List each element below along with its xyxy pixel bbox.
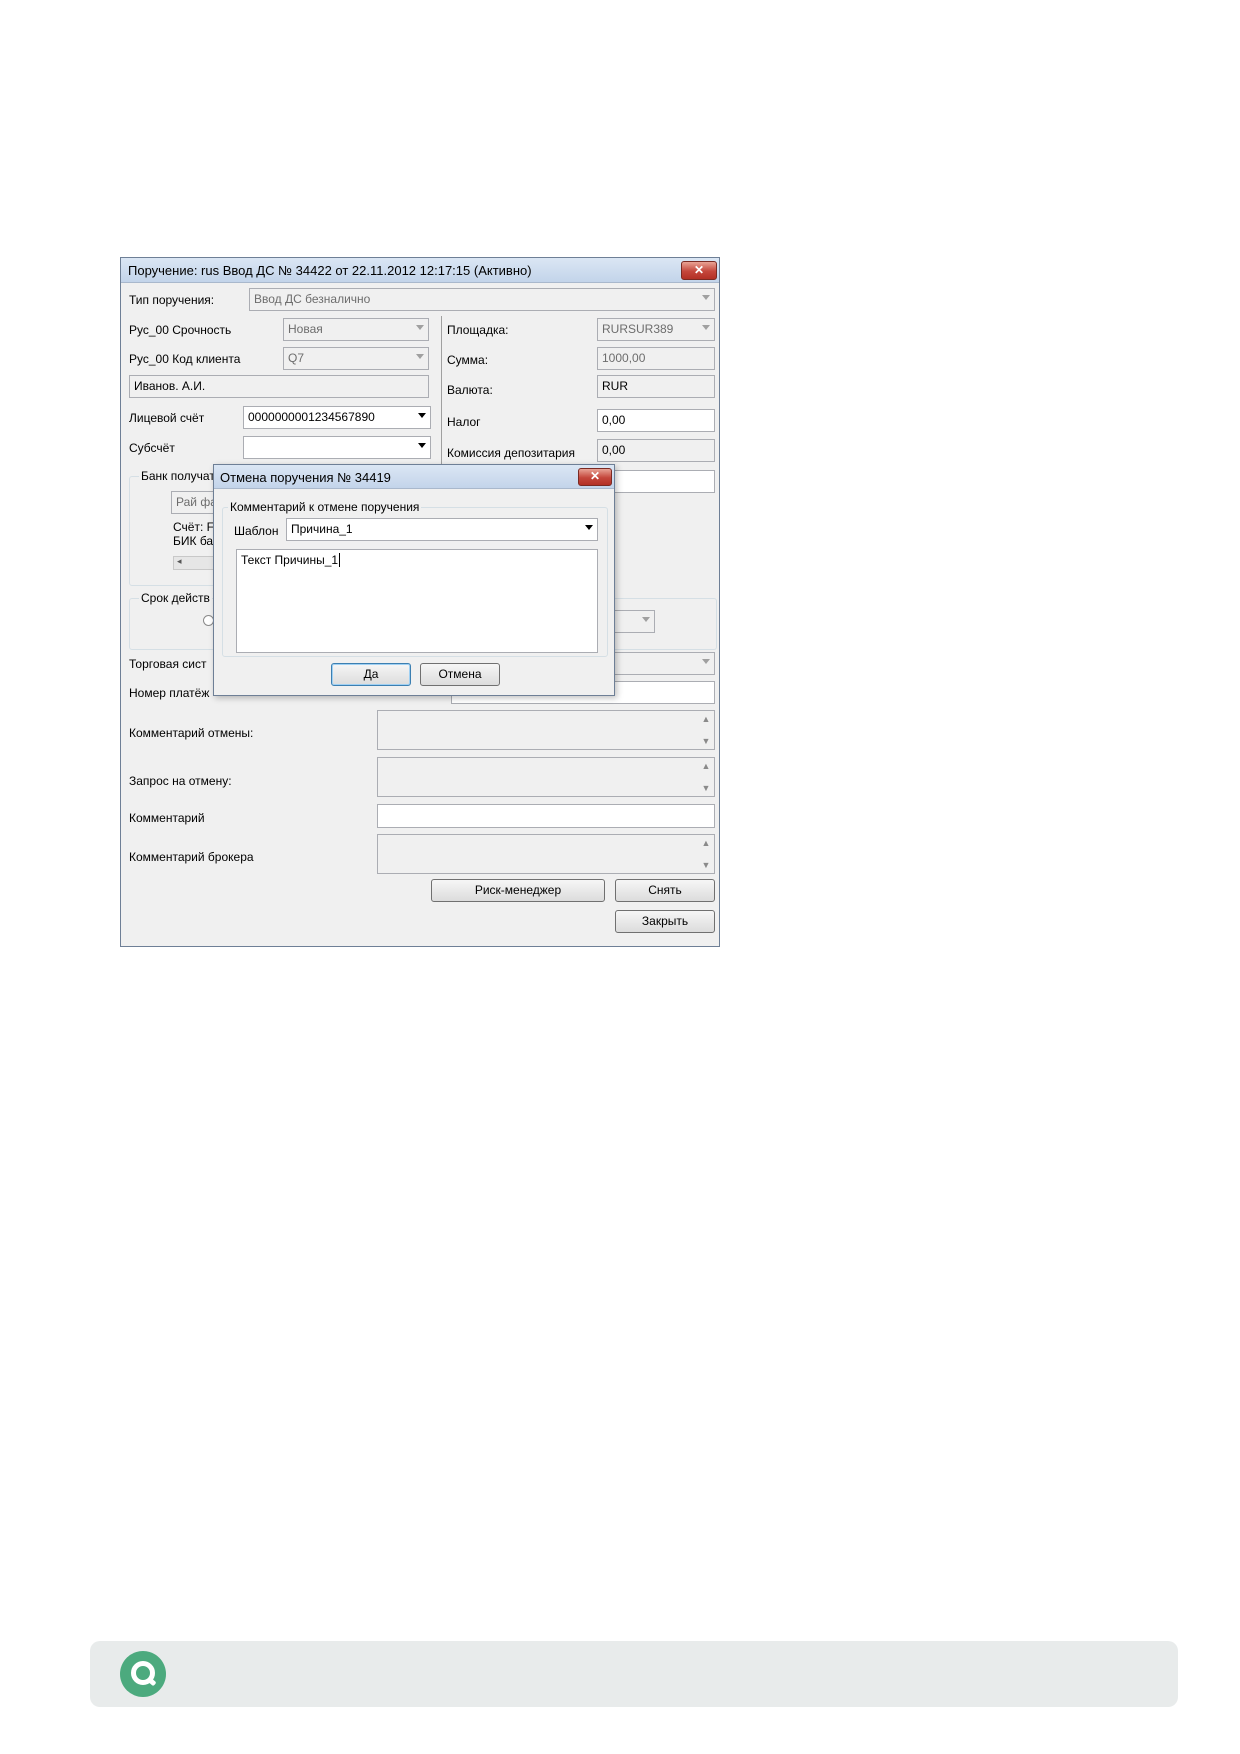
cancel-reason-textarea[interactable]: Текст Причины_1​ xyxy=(236,549,598,653)
depository-fee-label: Комиссия депозитария xyxy=(447,446,575,460)
sum-label: Сумма: xyxy=(447,353,489,367)
chevron-down-icon[interactable] xyxy=(418,413,426,418)
cancel-request-textarea[interactable]: ▲ ▼ xyxy=(377,757,715,797)
cancel-button[interactable]: Отмена xyxy=(420,663,500,686)
subaccount-label: Субсчёт xyxy=(129,441,175,455)
template-select[interactable]: Причина_1 xyxy=(286,518,598,541)
footer-banner xyxy=(90,1641,1178,1707)
cancel-request-label: Запрос на отмену: xyxy=(129,774,232,788)
chevron-down-icon[interactable] xyxy=(585,525,593,530)
bank-group-label: Банк получат xyxy=(139,469,217,483)
order-type-value: Ввод ДС безналично xyxy=(254,292,371,306)
scroll-up-icon[interactable]: ▲ xyxy=(700,762,712,771)
q-logo-icon xyxy=(120,1651,166,1697)
dialog-title: Отмена поручения № 34419 xyxy=(220,470,391,485)
payment-number-label: Номер платёж xyxy=(129,686,210,700)
chevron-down-icon xyxy=(702,659,710,664)
client-name-field: Иванов. А.И. xyxy=(129,375,429,398)
urgency-label: Рус_00 Срочность xyxy=(129,323,232,337)
scroll-up-icon[interactable]: ▲ xyxy=(700,839,712,848)
bank-name-value: Рай фа xyxy=(176,495,217,509)
broker-comment-label: Комментарий брокера xyxy=(129,850,254,864)
urgency-value: Новая xyxy=(288,322,323,336)
client-name-value: Иванов. А.И. xyxy=(134,379,206,393)
window-titlebar: Поручение: rus Ввод ДС № 34422 от 22.11.… xyxy=(121,258,719,283)
account-combobox[interactable]: 0000000001234567890 xyxy=(243,406,431,429)
scroll-down-icon[interactable]: ▼ xyxy=(700,737,712,746)
currency-value: RUR xyxy=(602,379,628,393)
scroll-up-icon[interactable]: ▲ xyxy=(700,715,712,724)
chevron-down-icon xyxy=(702,325,710,330)
withdraw-button[interactable]: Снять xyxy=(615,879,715,902)
risk-manager-button[interactable]: Риск-менеджер xyxy=(431,879,605,902)
bank-account-text: Счёт: F xyxy=(173,520,214,534)
bank-bik-text: БИК ба xyxy=(173,534,214,548)
tax-value: 0,00 xyxy=(602,413,626,427)
depository-fee-value: 0,00 xyxy=(602,443,626,457)
subaccount-combobox[interactable] xyxy=(243,436,431,459)
text-cursor: ​ xyxy=(339,553,341,567)
window-title: Поручение: rus Ввод ДС № 34422 от 22.11.… xyxy=(128,263,532,278)
cancel-comment-textarea[interactable]: ▲ ▼ xyxy=(377,710,715,750)
urgency-select[interactable]: Новая xyxy=(283,318,429,341)
cancel-comment-label: Комментарий отмены: xyxy=(129,726,254,740)
venue-value: RURSUR389 xyxy=(602,322,674,336)
chevron-down-icon xyxy=(416,325,424,330)
template-value: Причина_1 xyxy=(291,522,353,536)
broker-comment-textarea[interactable]: ▲ ▼ xyxy=(377,834,715,874)
scroll-left-icon[interactable]: ◂ xyxy=(177,556,182,567)
validity-group-label: Срок действ xyxy=(139,591,212,605)
tax-field[interactable]: 0,00 xyxy=(597,409,715,432)
logo-tail xyxy=(146,1676,157,1687)
client-code-value: Q7 xyxy=(288,351,305,365)
comment-label: Комментарий xyxy=(129,811,205,825)
currency-field: RUR xyxy=(597,375,715,398)
sum-field[interactable]: 1000,00 xyxy=(597,347,715,370)
chevron-down-icon xyxy=(702,295,710,300)
order-type-select[interactable]: Ввод ДС безналично xyxy=(249,288,715,311)
depository-fee-field: 0,00 xyxy=(597,439,715,462)
cancel-order-dialog: Отмена поручения № 34419 ✕ Комментарий к… xyxy=(213,464,615,696)
window-close-icon[interactable]: ✕ xyxy=(681,261,717,280)
template-label: Шаблон xyxy=(234,524,279,538)
chevron-down-icon xyxy=(642,617,650,622)
ok-button[interactable]: Да xyxy=(331,663,411,686)
comment-field[interactable] xyxy=(377,804,715,828)
cancel-reason-text: Текст Причины_1 xyxy=(241,553,339,567)
account-label: Лицевой счёт xyxy=(129,411,205,425)
close-button[interactable]: Закрыть xyxy=(615,910,715,933)
trading-system-label: Торговая сист xyxy=(129,657,207,671)
chevron-down-icon xyxy=(416,354,424,359)
venue-select[interactable]: RURSUR389 xyxy=(597,318,715,341)
order-type-label: Тип поручения: xyxy=(129,293,215,307)
scroll-down-icon[interactable]: ▼ xyxy=(700,861,712,870)
sum-value: 1000,00 xyxy=(602,351,646,365)
account-value: 0000000001234567890 xyxy=(248,410,375,424)
scroll-down-icon[interactable]: ▼ xyxy=(700,784,712,793)
client-code-label: Рус_00 Код клиента xyxy=(129,352,241,366)
venue-label: Площадка: xyxy=(447,323,509,337)
dialog-close-icon[interactable]: ✕ xyxy=(578,468,612,486)
chevron-down-icon[interactable] xyxy=(418,443,426,448)
dialog-titlebar: Отмена поручения № 34419 ✕ xyxy=(214,465,614,489)
currency-label: Валюта: xyxy=(447,383,493,397)
tax-label: Налог xyxy=(447,415,481,429)
cancel-comment-group-label: Комментарий к отмене поручения xyxy=(228,500,422,514)
client-code-select[interactable]: Q7 xyxy=(283,347,429,370)
